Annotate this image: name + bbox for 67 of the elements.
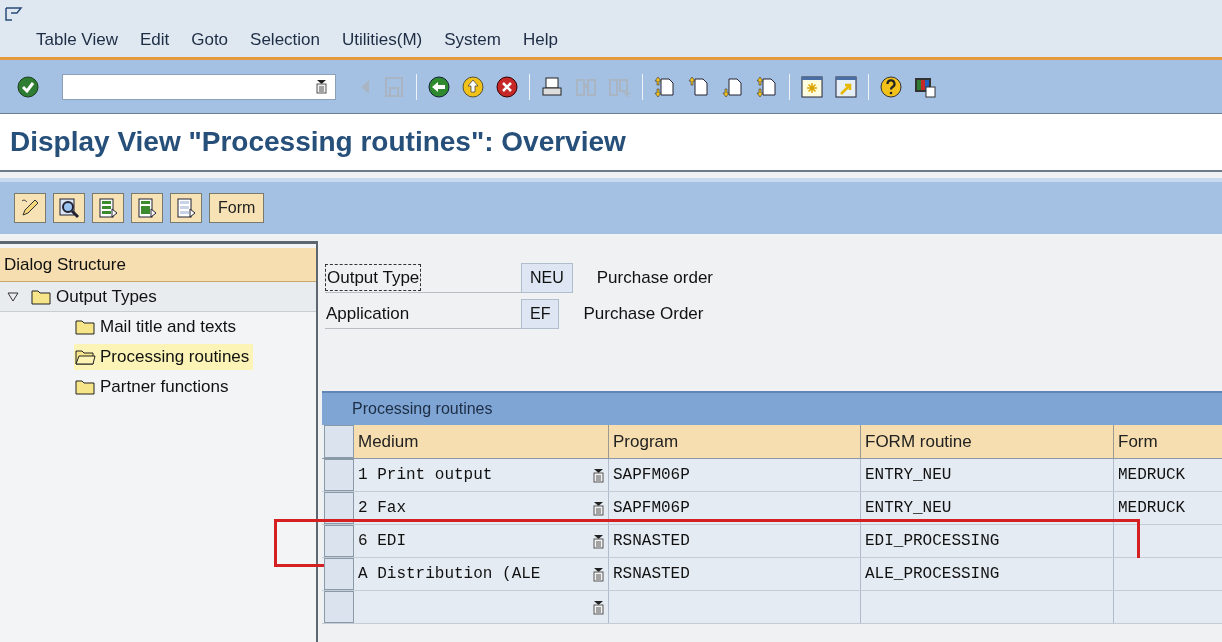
table-cell: SAPFM06P (609, 492, 861, 524)
menu-item[interactable]: Selection (250, 26, 320, 53)
cancel-icon[interactable] (495, 74, 519, 99)
open-folder-icon (74, 348, 96, 366)
select-all-cell[interactable] (324, 425, 354, 458)
table-cell: ENTRY_NEU (861, 492, 1114, 524)
row-selector[interactable] (324, 492, 354, 524)
page-arrow-icon[interactable] (687, 74, 711, 99)
dropdown-icon[interactable] (593, 533, 604, 549)
select-rows-icon (97, 197, 119, 219)
page-arrow-icon[interactable] (755, 74, 779, 99)
print-icon[interactable] (540, 74, 564, 99)
table-cell[interactable]: 6 EDI (354, 525, 609, 557)
field-value[interactable]: EF (521, 299, 560, 329)
dropdown-icon[interactable] (593, 467, 604, 483)
select-rows-icon (136, 197, 158, 219)
tree-item[interactable]: Partner functions (74, 374, 233, 400)
field-description: Purchase order (596, 267, 713, 290)
menu-item[interactable]: System (444, 26, 501, 53)
dropdown-icon[interactable] (593, 500, 604, 516)
magnifier-icon (58, 197, 80, 219)
system-menu-icon[interactable] (4, 6, 24, 22)
column-header[interactable]: Form (1114, 425, 1222, 458)
table-cell[interactable] (354, 591, 609, 623)
table-cell: ENTRY_NEU (861, 459, 1114, 491)
expanded-triangle-icon[interactable] (4, 291, 22, 302)
field-value[interactable]: NEU (521, 263, 573, 293)
dropdown-icon[interactable] (593, 566, 604, 582)
table-cell: SAPFM06P (609, 459, 861, 491)
table-cell: ALE_PROCESSING (861, 558, 1114, 590)
table-cell[interactable]: 1 Print output (354, 459, 609, 491)
column-header[interactable]: FORM routine (861, 425, 1114, 458)
folder-icon (74, 378, 96, 396)
panel-header: Dialog Structure (0, 248, 316, 282)
table-title-bar: Processing routines (322, 391, 1222, 425)
menu-item[interactable]: Utilities(M) (342, 26, 423, 53)
form-button[interactable]: Form (209, 193, 265, 223)
page-arrow-icon[interactable] (653, 74, 677, 99)
table-cell: EDI_PROCESSING (861, 525, 1114, 557)
column-header[interactable]: Program (609, 425, 861, 458)
select-rows-icon (175, 197, 197, 219)
tree-item[interactable]: Mail title and texts (74, 314, 241, 340)
menu-item[interactable]: Goto (191, 26, 229, 53)
menu-item[interactable]: Table View (36, 26, 118, 53)
table-cell: RSNASTED (609, 525, 861, 557)
dropdown-icon[interactable] (593, 599, 604, 615)
table-cell: MEDRUCK (1114, 492, 1222, 524)
command-field[interactable] (62, 73, 336, 100)
toolbar-button[interactable] (14, 193, 46, 223)
column-header[interactable]: Medium (354, 425, 609, 458)
help-icon[interactable] (879, 74, 903, 99)
page-title: Display View "Processing routines": Overview (10, 125, 626, 159)
folder-icon (30, 287, 52, 306)
tree-item[interactable]: Processing routines (74, 344, 254, 370)
checkmark-icon[interactable] (16, 74, 40, 99)
field-label: Output Type (325, 263, 521, 293)
pencil-icon (19, 197, 41, 219)
menu-item[interactable]: Help (522, 26, 558, 53)
table-cell[interactable]: A Distribution (ALE (354, 558, 609, 590)
table-cell[interactable]: 2 Fax (354, 492, 609, 524)
toolbar-button[interactable] (53, 193, 85, 223)
dropdown-icon[interactable] (316, 79, 327, 94)
folder-icon (74, 318, 96, 336)
table-cell: RSNASTED (609, 558, 861, 590)
table-cell: MEDRUCK (1114, 459, 1222, 491)
field-description: Purchase Order (583, 303, 704, 326)
menu-item[interactable]: Edit (139, 26, 170, 53)
